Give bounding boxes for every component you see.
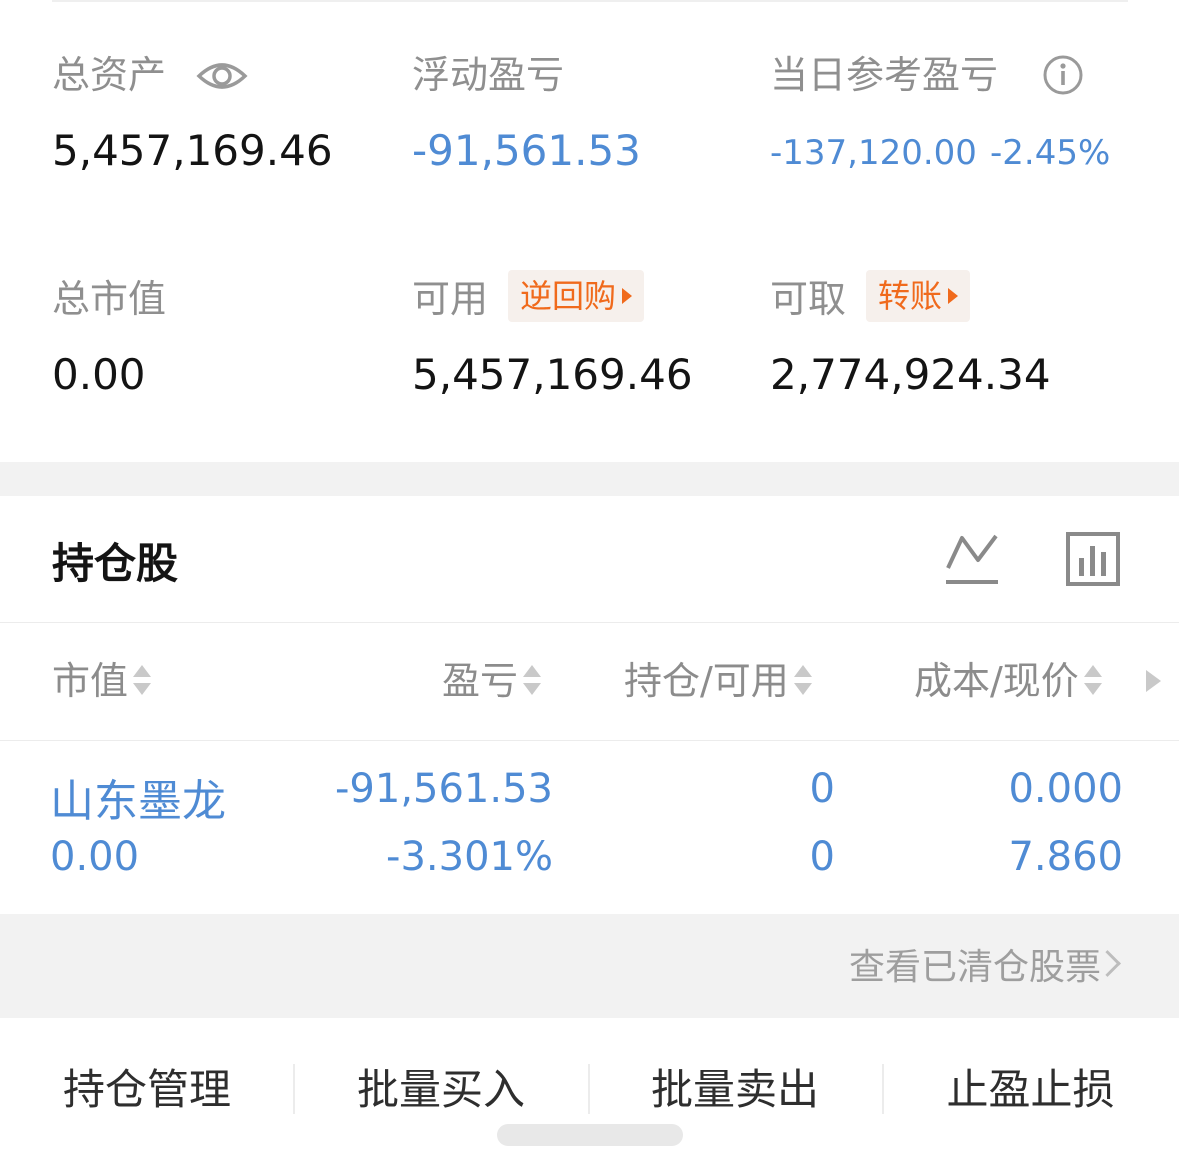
column-header-cost-price[interactable]: 成本/现价 bbox=[914, 658, 1103, 704]
stock-cost: 0.000 bbox=[1008, 766, 1123, 812]
batch-sell-button[interactable]: 批量卖出 bbox=[588, 1062, 882, 1118]
stock-pnl-pct: -3.301% bbox=[386, 834, 553, 880]
divider bbox=[0, 740, 1179, 741]
holdings-title: 持仓股 bbox=[52, 539, 179, 588]
sort-icon bbox=[793, 661, 813, 701]
sort-icon bbox=[522, 661, 542, 701]
table-row[interactable]: 山东墨龙 0.00 -91,561.53 -3.301% 0 0 0.000 7… bbox=[0, 742, 1179, 914]
stock-market-value: 0.00 bbox=[50, 834, 140, 880]
top-divider bbox=[52, 0, 1128, 2]
batch-buy-button[interactable]: 批量买入 bbox=[294, 1062, 588, 1118]
total-assets-value: 5,457,169.46 bbox=[52, 126, 333, 175]
position-management-button[interactable]: 持仓管理 bbox=[0, 1062, 294, 1118]
available-label: 可用 bbox=[412, 277, 489, 321]
sort-icon bbox=[132, 661, 152, 701]
column-header-pnl[interactable]: 盈亏 bbox=[442, 658, 542, 704]
transfer-button[interactable]: 转账 bbox=[866, 270, 971, 322]
column-header-market-value[interactable]: 市值 bbox=[52, 658, 152, 704]
withdrawable-label: 可取 bbox=[770, 277, 847, 321]
section-separator bbox=[0, 462, 1179, 496]
stock-pnl: -91,561.53 bbox=[334, 766, 553, 812]
transfer-label: 转账 bbox=[878, 277, 943, 315]
withdrawable-value: 2,774,924.34 bbox=[770, 350, 1051, 399]
market-value-value: 0.00 bbox=[52, 350, 146, 399]
column-header-position[interactable]: 持仓/可用 bbox=[624, 658, 813, 704]
take-profit-stop-loss-button[interactable]: 止盈止损 bbox=[882, 1062, 1179, 1118]
reverse-repo-label: 逆回购 bbox=[520, 277, 617, 315]
daily-pnl-value: -137,120.00 bbox=[770, 133, 977, 173]
daily-pnl-pct: -2.45% bbox=[990, 133, 1111, 173]
reverse-repo-button[interactable]: 逆回购 bbox=[508, 270, 645, 322]
stock-name: 山东墨龙 bbox=[50, 776, 226, 827]
sort-icon bbox=[1083, 661, 1103, 701]
floating-pnl-label: 浮动盈亏 bbox=[412, 53, 565, 97]
total-assets-label: 总资产 bbox=[52, 53, 167, 97]
stock-price: 7.860 bbox=[1008, 834, 1123, 880]
info-icon[interactable] bbox=[1042, 54, 1084, 96]
daily-pnl-label: 当日参考盈亏 bbox=[770, 53, 999, 97]
bar-chart-icon[interactable] bbox=[1066, 532, 1120, 586]
eye-icon[interactable] bbox=[196, 56, 248, 96]
view-cleared-link[interactable]: 查看已清仓股票 bbox=[849, 944, 1101, 992]
stock-available: 0 bbox=[809, 834, 835, 880]
available-value: 5,457,169.46 bbox=[412, 350, 693, 399]
stock-position: 0 bbox=[809, 766, 835, 812]
divider bbox=[0, 622, 1179, 623]
home-indicator bbox=[497, 1124, 683, 1146]
scroll-right-icon[interactable] bbox=[1146, 670, 1161, 692]
floating-pnl-value: -91,561.53 bbox=[412, 126, 641, 175]
line-chart-icon[interactable] bbox=[944, 532, 1000, 586]
caret-right-icon bbox=[948, 288, 959, 304]
caret-right-icon bbox=[622, 288, 633, 304]
market-value-label: 总市值 bbox=[52, 277, 167, 321]
